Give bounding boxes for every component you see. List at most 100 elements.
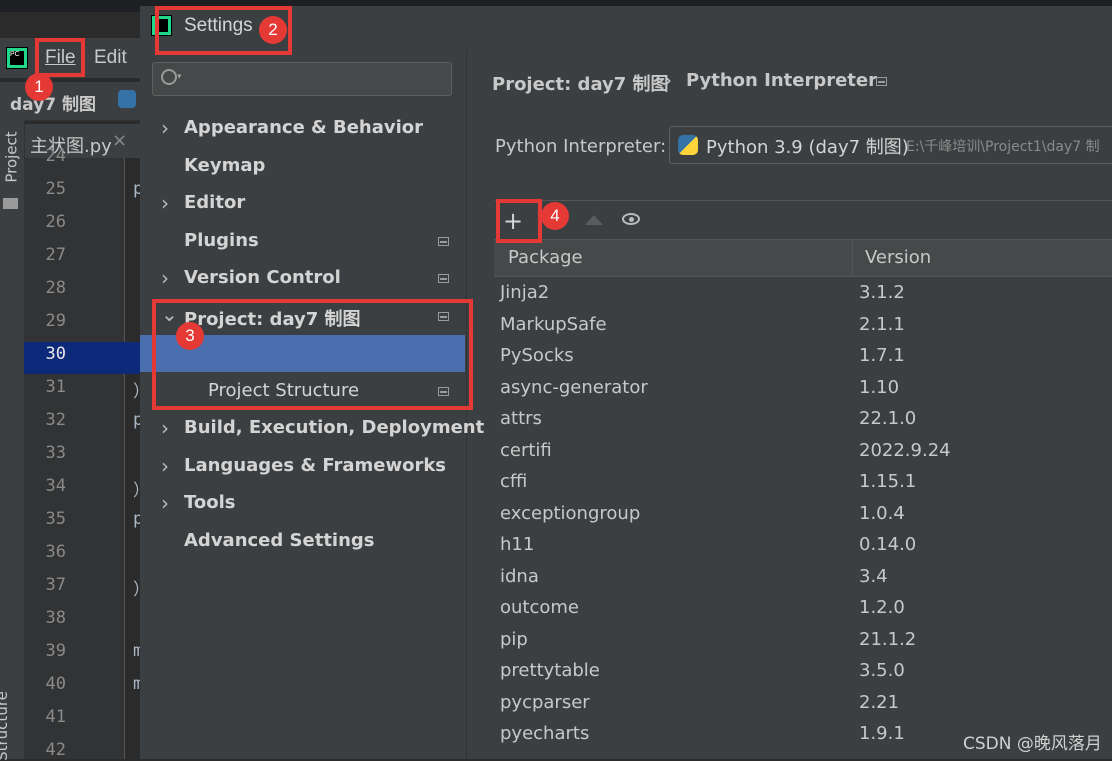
line-number: 28 <box>45 278 66 298</box>
chevron-right-icon[interactable]: › <box>161 491 169 515</box>
package-name: exceptiongroup <box>500 502 641 524</box>
upgrade-package-icon[interactable] <box>585 215 603 225</box>
package-name: Jinja2 <box>500 282 550 303</box>
annotation-badge-2: 2 <box>259 16 287 44</box>
package-version: 22.1.0 <box>859 408 917 429</box>
annotation-box-project <box>152 299 473 410</box>
interpreter-path: E:\千峰培训\Project1\day7 制 <box>906 139 1100 155</box>
package-version: 21.1.2 <box>859 628 917 650</box>
tab-close-icon[interactable]: × <box>112 130 127 151</box>
search-icon <box>161 69 177 85</box>
table-row[interactable]: async-generator 1.10 <box>494 372 1112 403</box>
package-name: idna <box>500 565 539 587</box>
interpreter-label: Python Interpreter: <box>495 136 667 157</box>
show-early-releases-icon[interactable] <box>622 213 640 225</box>
pycharm-logo-icon: PC <box>6 47 28 69</box>
pin-icon <box>438 237 449 246</box>
menu-edit[interactable]: Edit <box>94 47 127 69</box>
table-row[interactable]: idna 3.4 <box>494 561 1112 592</box>
package-version: 3.5.0 <box>859 660 905 681</box>
table-row[interactable]: Jinja2 3.1.2 <box>494 277 1112 308</box>
package-version: 1.15.1 <box>859 471 917 492</box>
table-row[interactable]: h11 0.14.0 <box>494 529 1112 560</box>
project-tool-button[interactable]: Project <box>3 131 21 182</box>
line-number: 29 <box>45 311 66 331</box>
table-row[interactable]: cffi 1.15.1 <box>494 466 1112 497</box>
chevron-right-icon[interactable]: › <box>161 416 169 440</box>
package-name: prettytable <box>500 660 600 681</box>
line-number: 25 <box>45 179 66 199</box>
package-version: 1.0.4 <box>859 502 905 524</box>
package-version: 1.10 <box>859 376 900 398</box>
table-row[interactable]: exceptiongroup 1.0.4 <box>494 498 1112 529</box>
line-number: 37 <box>45 575 66 595</box>
chevron-right-icon[interactable]: › <box>161 116 169 140</box>
package-version: 1.2.0 <box>859 597 905 618</box>
interpreter-select[interactable]: Python 3.9 (day7 制图) E:\千峰培训\Project1\da… <box>669 126 1112 164</box>
table-row[interactable]: pycparser 2.21 <box>494 687 1112 718</box>
table-row[interactable]: attrs 22.1.0 <box>494 403 1112 434</box>
table-row[interactable]: outcome 1.2.0 <box>494 592 1112 623</box>
packages-table-header: Package Version <box>494 239 1112 277</box>
structure-tool-button[interactable]: Structure <box>0 691 11 761</box>
ide-breadcrumb: day7 制图 <box>0 82 140 121</box>
tree-item[interactable]: Keymap <box>184 155 265 176</box>
breadcrumb-project[interactable]: day7 制图 <box>10 90 96 115</box>
column-header-package[interactable]: Package <box>508 247 583 268</box>
breadcrumb-current: Python Interpreter <box>686 70 877 91</box>
package-name: outcome <box>500 597 579 618</box>
code-editor[interactable] <box>124 158 141 759</box>
table-row[interactable]: MarkupSafe 2.1.1 <box>494 309 1112 340</box>
pin-icon <box>876 77 887 86</box>
line-number: 27 <box>45 245 66 265</box>
table-row[interactable]: prettytable 3.5.0 <box>494 655 1112 686</box>
package-name: certifi <box>500 439 552 461</box>
line-number: 24 <box>45 146 66 166</box>
tree-item[interactable]: Plugins <box>184 230 259 251</box>
python-file-icon <box>118 90 136 108</box>
line-number: 36 <box>45 542 66 562</box>
line-number: 42 <box>45 740 66 760</box>
chevron-right-icon[interactable]: › <box>161 454 169 478</box>
tree-item[interactable]: Version Control <box>184 267 341 288</box>
table-row[interactable]: pip 21.1.2 <box>494 624 1112 655</box>
package-version: 0.14.0 <box>859 534 917 555</box>
search-input[interactable]: ▾ <box>152 62 452 96</box>
breadcrumb-separator: › <box>664 68 672 92</box>
annotation-badge-1: 1 <box>25 73 53 101</box>
next-row-partial <box>500 752 540 759</box>
tree-item[interactable]: Build, Execution, Deployment <box>184 417 484 438</box>
tree-item[interactable]: Advanced Settings <box>184 530 375 551</box>
tree-item[interactable]: Languages & Frameworks <box>184 455 446 476</box>
table-row[interactable]: PySocks 1.7.1 <box>494 340 1112 371</box>
line-number: 32 <box>45 410 66 430</box>
package-name: attrs <box>500 408 542 429</box>
chevron-down-icon: ▾ <box>177 72 182 82</box>
package-version: 1.7.1 <box>859 345 905 366</box>
package-version: 2.21 <box>859 691 900 713</box>
package-name: pyecharts <box>500 723 590 744</box>
column-divider <box>852 240 853 276</box>
package-name: pip <box>500 628 528 650</box>
line-number: 31 <box>45 377 66 397</box>
table-row[interactable]: certifi 2022.9.24 <box>494 435 1112 466</box>
column-header-version[interactable]: Version <box>865 247 931 268</box>
line-number: 30 <box>45 344 66 364</box>
interpreter-value: Python 3.9 (day7 制图) <box>706 137 909 158</box>
package-name: PySocks <box>500 345 574 366</box>
tree-item[interactable]: Tools <box>184 492 236 513</box>
package-version: 3.1.2 <box>859 282 905 303</box>
annotation-box-file <box>35 38 85 77</box>
package-name: MarkupSafe <box>500 313 607 335</box>
tree-item[interactable]: Appearance & Behavior <box>184 117 423 138</box>
line-number: 33 <box>45 443 66 463</box>
package-name: h11 <box>500 534 535 555</box>
tree-item[interactable]: Editor <box>184 192 245 213</box>
line-number: 40 <box>45 674 66 694</box>
pin-icon <box>438 274 449 283</box>
annotation-badge-4: 4 <box>541 202 569 230</box>
breadcrumb-parent[interactable]: Project: day7 制图 <box>492 70 669 96</box>
chevron-right-icon[interactable]: › <box>161 191 169 215</box>
chevron-right-icon[interactable]: › <box>161 266 169 290</box>
line-number: 41 <box>45 707 66 727</box>
